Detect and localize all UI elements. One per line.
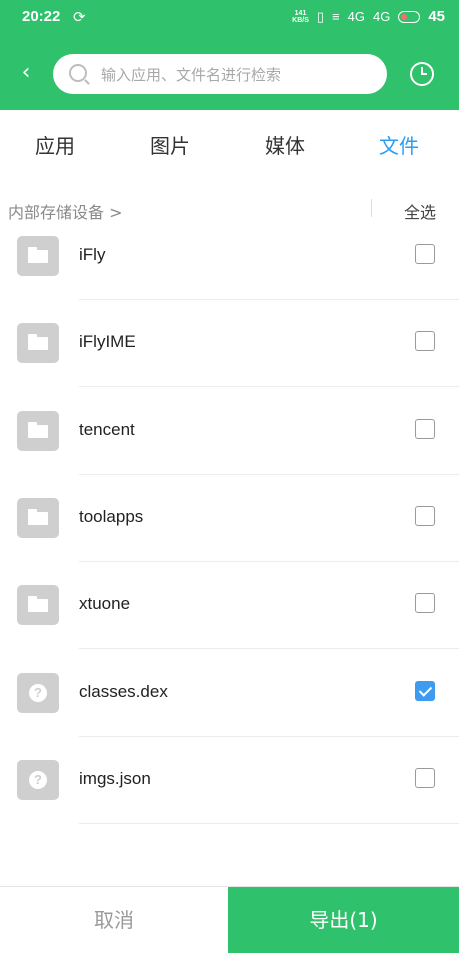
file-row[interactable]: ? classes.dex	[0, 650, 459, 737]
file-checkbox[interactable]	[415, 505, 435, 526]
folder-icon	[17, 323, 59, 364]
data-icon: ≡	[332, 9, 340, 24]
unknown-file-icon: ?	[17, 759, 59, 800]
file-name: iFly	[79, 245, 106, 264]
file-checkbox[interactable]	[415, 244, 435, 264]
cancel-button[interactable]: 取消	[0, 887, 228, 953]
export-button[interactable]: 导出(1)	[228, 887, 459, 953]
history-clock-icon[interactable]	[410, 62, 434, 86]
file-name: imgs.json	[79, 768, 151, 788]
tab-files[interactable]: 文件	[379, 130, 419, 159]
folder-icon	[17, 497, 59, 538]
signal-icon-1: 4G	[347, 9, 365, 24]
file-name: iFlyIME	[79, 332, 136, 352]
file-row[interactable]: toolapps	[0, 475, 459, 562]
search-box[interactable]	[53, 54, 387, 96]
file-name: toolapps	[79, 506, 144, 526]
battery-icon	[398, 10, 421, 23]
bottom-bar: 取消 导出(1)	[0, 886, 459, 955]
category-tabs: 应用 图片 媒体 文件	[0, 110, 459, 180]
battery-level: 45	[428, 8, 445, 25]
back-icon[interactable]: ‹	[14, 58, 38, 88]
row-divider	[79, 822, 459, 824]
tab-media[interactable]: 媒体	[265, 130, 305, 159]
search-input[interactable]	[99, 54, 373, 96]
folder-icon	[17, 410, 59, 451]
file-row[interactable]: iFlyIME	[0, 300, 459, 388]
file-checkbox[interactable]	[415, 767, 435, 788]
unknown-file-icon: ?	[17, 672, 59, 713]
sync-icon: ⟳	[73, 8, 86, 26]
vibrate-icon: ▯	[316, 8, 325, 24]
status-icons: 141 KB/S ▯ ≡ 4G 4G 45	[292, 8, 445, 25]
file-row[interactable]: iFly	[0, 213, 459, 300]
file-name: xtuone	[79, 594, 131, 614]
status-bar: 20:22 ⟳ 141 KB/S ▯ ≡ 4G 4G 45	[0, 0, 459, 36]
file-checkbox[interactable]	[415, 418, 435, 439]
tab-apps[interactable]: 应用	[35, 130, 75, 159]
top-bar: ‹	[0, 36, 459, 110]
tab-images[interactable]: 图片	[150, 130, 190, 159]
file-checkbox[interactable]	[415, 680, 435, 701]
signal-icon-2: 4G	[372, 9, 391, 24]
folder-icon	[17, 236, 59, 276]
net-speed: 141 KB/S	[292, 9, 309, 24]
file-row[interactable]: tencent	[0, 388, 459, 475]
file-checkbox[interactable]	[415, 593, 435, 614]
folder-icon	[17, 585, 59, 626]
file-name: tencent	[79, 419, 135, 439]
file-name: classes.dex	[79, 681, 168, 701]
file-row[interactable]: ? imgs.json	[0, 737, 459, 824]
status-time: 20:22	[22, 8, 61, 25]
file-row[interactable]: xtuone	[0, 562, 459, 650]
search-icon	[69, 64, 87, 82]
file-checkbox[interactable]	[415, 331, 435, 352]
